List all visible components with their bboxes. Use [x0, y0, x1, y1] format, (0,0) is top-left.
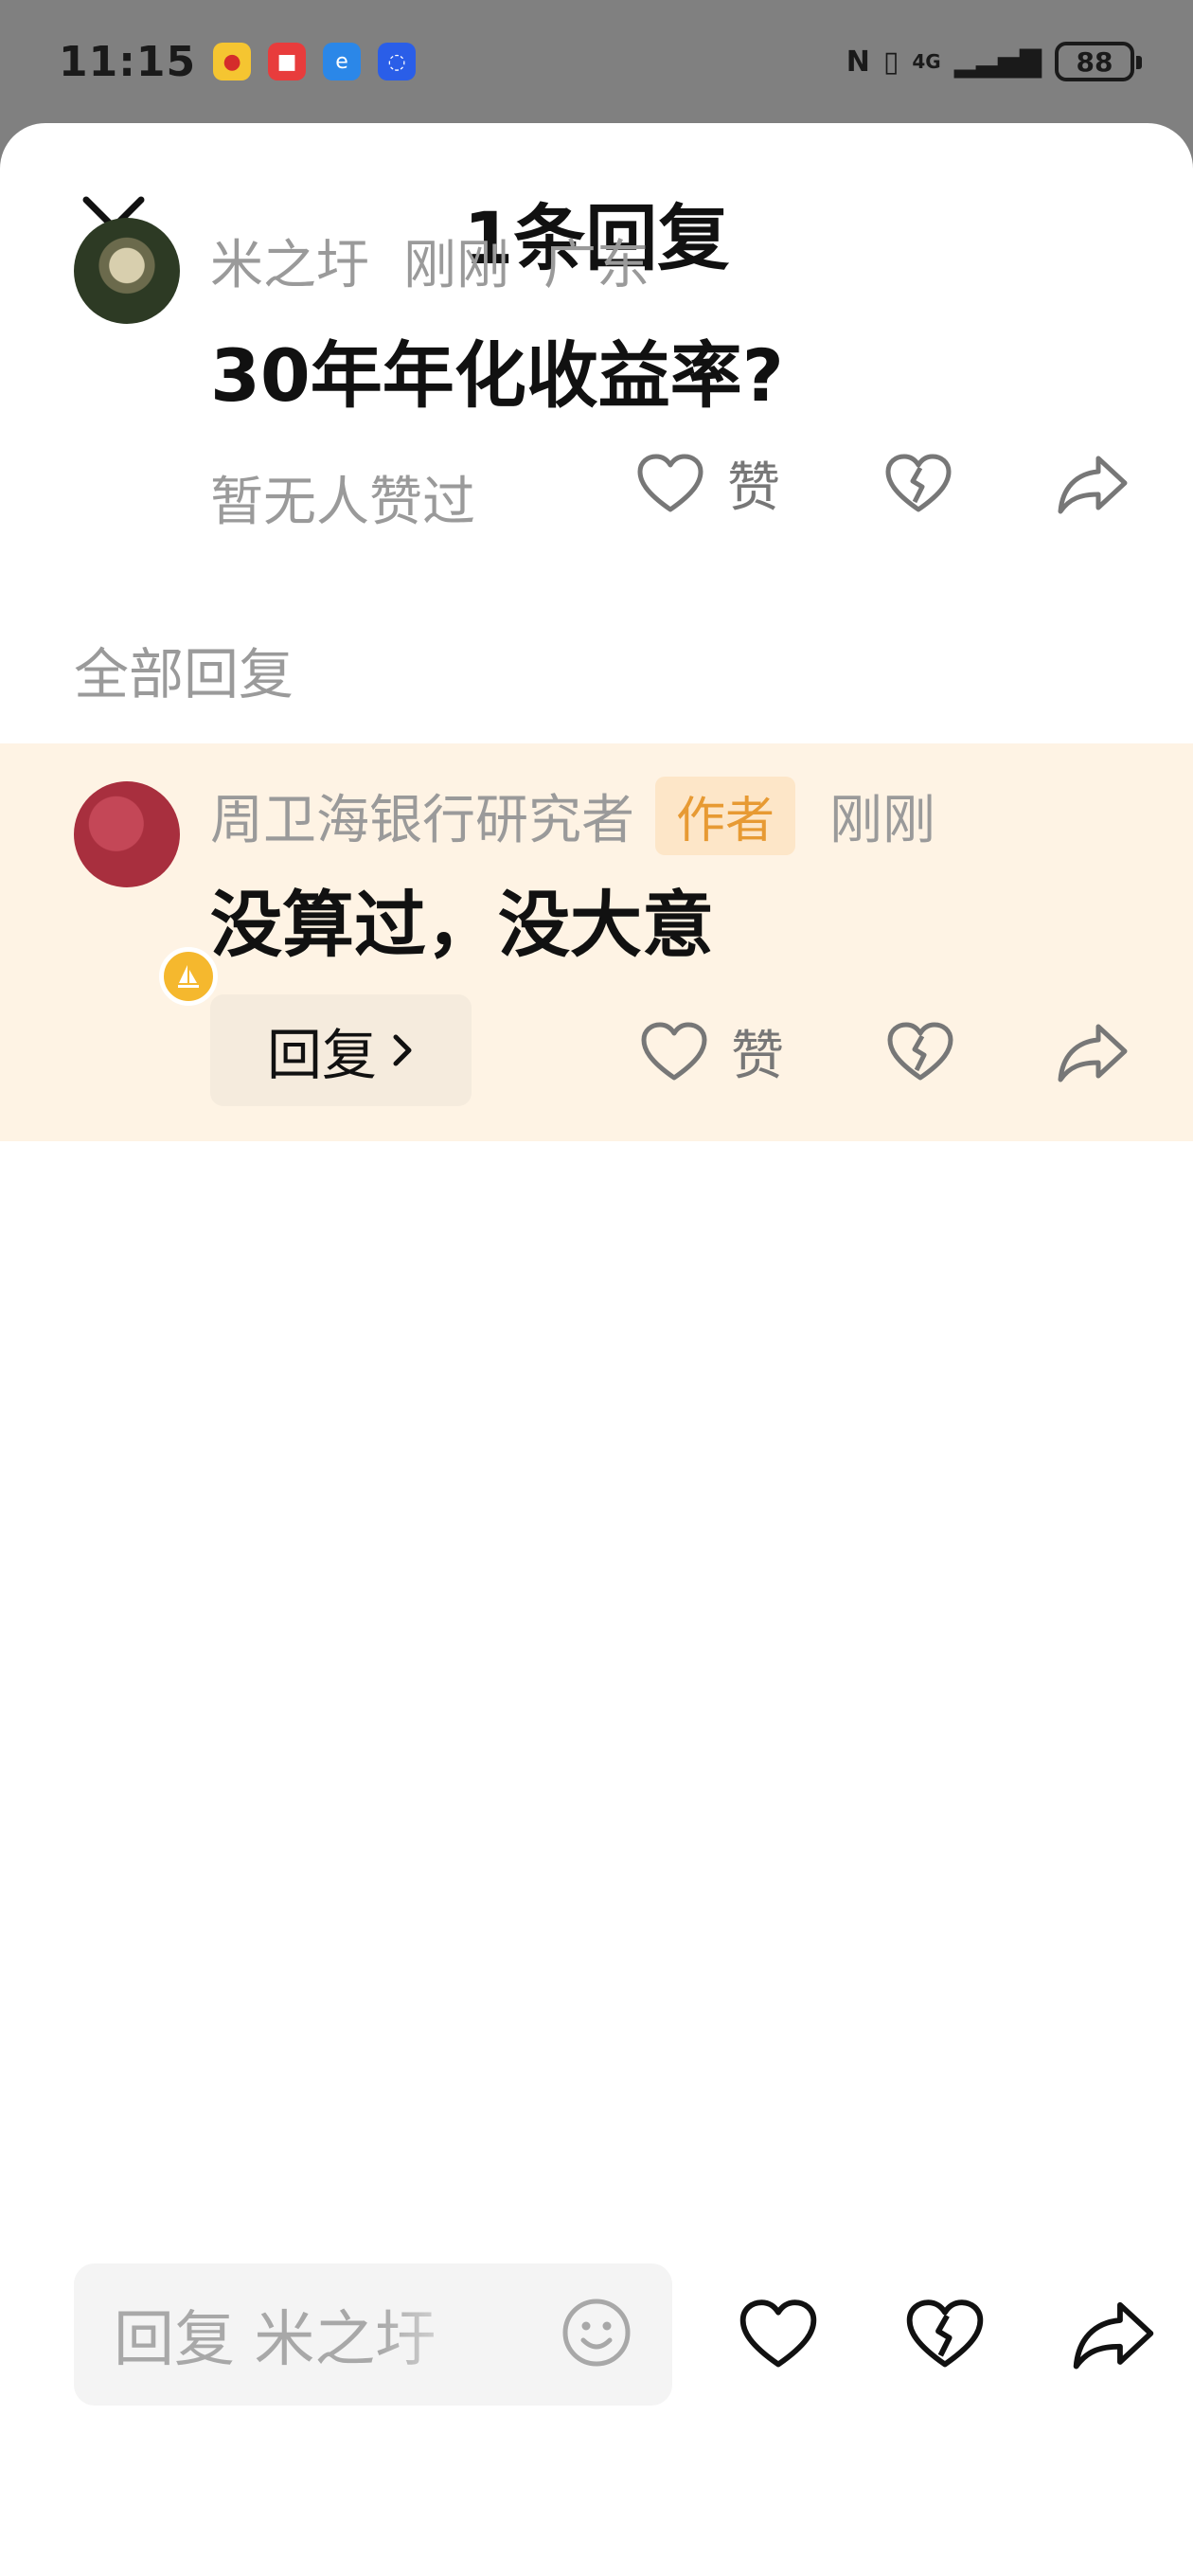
signal-icon: ▂▃▅▇: [953, 45, 1042, 79]
battery-icon: 88: [1055, 42, 1142, 81]
emoji-button[interactable]: [561, 2297, 632, 2372]
share-icon: [1058, 456, 1128, 513]
status-right: N ▯ 4G ▂▃▅▇ 88: [846, 42, 1142, 81]
original-action-row: 赞: [636, 445, 1129, 522]
status-time: 11:15: [59, 37, 197, 86]
network-label: 4G: [912, 50, 941, 73]
reply-share-button[interactable]: [1057, 1021, 1129, 1083]
all-replies-label: 全部回复: [74, 642, 294, 707]
broken-heart-icon: [906, 2299, 984, 2368]
reply-text: 没算过，没大意: [210, 883, 714, 967]
original-location: 广东: [543, 235, 650, 296]
weibo-icon: ●: [213, 43, 252, 80]
bottom-dislike-button[interactable]: [905, 2298, 985, 2371]
emoji-icon: [562, 2299, 631, 2367]
bottom-share-button[interactable]: [1072, 2298, 1155, 2371]
status-bar: 11:15 ● ■ e ◌ N ▯ 4G ▂▃▅▇ 88: [0, 0, 1193, 123]
reply-input[interactable]: 回复 米之圩: [74, 2263, 672, 2406]
original-like-button[interactable]: 赞: [636, 445, 780, 522]
reply-like-button[interactable]: 赞: [640, 1013, 784, 1090]
original-username[interactable]: 米之圩: [210, 223, 369, 299]
broken-heart-icon: [887, 1022, 953, 1080]
reply-input-placeholder: 回复 米之圩: [114, 2305, 436, 2375]
heart-icon: [637, 454, 703, 511]
bottom-like-button[interactable]: [739, 2298, 818, 2371]
chevron-right-icon: [393, 1034, 412, 1066]
reply-time: 刚刚: [829, 790, 936, 851]
notification-icons: ● ■ e ◌: [213, 43, 417, 80]
reply-button[interactable]: 回复: [210, 994, 472, 1106]
browser-icon: e: [323, 43, 362, 80]
original-time: 刚刚: [403, 235, 509, 296]
original-like-label: 赞: [727, 457, 780, 519]
shop-icon: ■: [268, 43, 307, 80]
share-icon: [1073, 2301, 1154, 2370]
share-icon: [1058, 1024, 1128, 1082]
bottom-actions: [739, 2278, 1155, 2391]
original-comment-meta: 米之圩 刚刚 广东: [210, 223, 650, 299]
original-share-button[interactable]: [1057, 453, 1129, 515]
avatar-original-commenter[interactable]: [74, 218, 180, 324]
reply-dislike-button[interactable]: [886, 1021, 954, 1083]
original-comment-text: 30年年化收益率?: [210, 333, 784, 418]
reply-button-label: 回复: [266, 1023, 377, 1087]
heart-icon: [739, 2299, 817, 2368]
reply-username[interactable]: 周卫海银行研究者: [210, 778, 634, 854]
broken-heart-icon: [885, 454, 952, 511]
no-likes-text: 暂无人赞过: [210, 472, 475, 533]
heart-icon: [641, 1022, 707, 1080]
nfc-icon: N: [846, 45, 870, 79]
avatar-author[interactable]: [74, 781, 180, 887]
reply-action-row: 赞: [640, 1013, 1129, 1090]
reply-meta: 周卫海银行研究者 作者 刚刚: [210, 777, 935, 855]
battery-level: 88: [1076, 45, 1113, 78]
vibrate-icon: ▯: [882, 45, 899, 79]
sail-icon: [178, 965, 199, 988]
original-dislike-button[interactable]: [884, 453, 953, 515]
author-tag: 作者: [655, 777, 796, 855]
author-badge-icon: [159, 947, 218, 1006]
reply-like-label: 赞: [731, 1026, 784, 1087]
bulb-icon: ◌: [378, 43, 417, 80]
